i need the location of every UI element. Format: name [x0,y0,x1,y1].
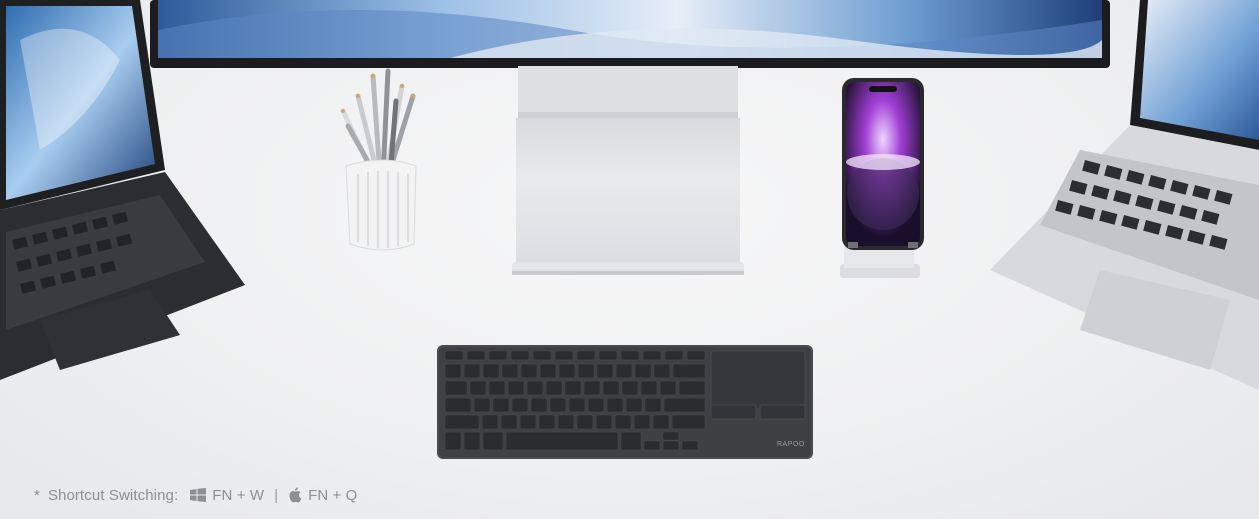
pencil-cup [318,66,428,256]
product-scene: RAPOO * Shortcut Switching: FN + W | FN … [0,0,1259,519]
monitor-display [150,0,1110,68]
caption-label: Shortcut Switching: [47,486,179,504]
shortcut-caption: * Shortcut Switching: FN + W | FN + Q [34,484,357,506]
apple-logo-icon [288,487,302,503]
wireless-keyboard-with-touchpad: RAPOO [437,345,813,459]
caption-separator: | [274,486,279,504]
windows-logo-icon [190,488,207,502]
tablet-with-keyboard [0,0,250,385]
laptop [990,0,1259,400]
monitor-stand [512,66,744,278]
apple-shortcut: FN + Q [308,486,358,504]
windows-shortcut: FN + W [212,486,265,504]
keyboard-brand-logo: RAPOO [777,441,805,448]
caption-asterisk: * [34,486,40,504]
phone-on-stand [822,76,932,280]
